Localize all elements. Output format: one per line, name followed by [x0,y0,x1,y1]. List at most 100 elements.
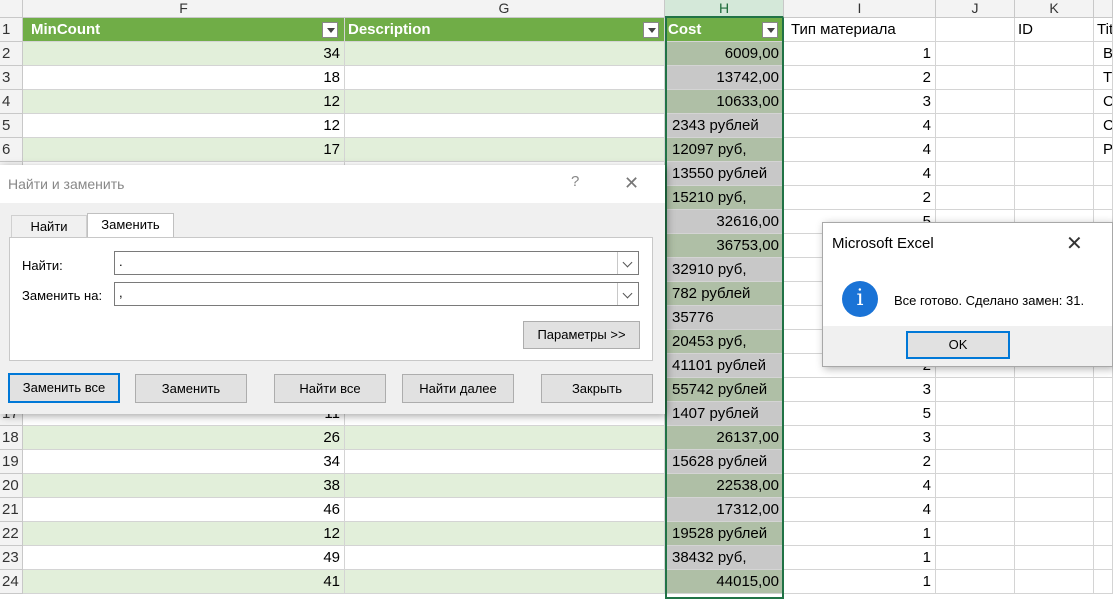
cell-k[interactable] [1015,474,1094,498]
filter-dropdown-icon[interactable] [762,22,778,38]
cell-j[interactable] [936,498,1015,522]
mincount-cell[interactable]: 34 [23,450,345,474]
description-cell[interactable] [345,570,665,594]
cell-k[interactable] [1015,450,1094,474]
mincount-cell[interactable]: 34 [23,42,345,66]
cell-l-partial[interactable]: В [1094,42,1113,66]
description-cell[interactable] [345,474,665,498]
replace-all-button[interactable]: Заменить все [8,373,120,403]
tab-find[interactable]: Найти [11,215,87,237]
cell-l-partial[interactable] [1094,570,1113,594]
cost-cell[interactable]: 1407 рублей [665,402,784,426]
cell-l-partial[interactable]: С [1094,90,1113,114]
column-header-f[interactable]: F [23,0,345,18]
mincount-cell[interactable]: 38 [23,474,345,498]
mincount-cell[interactable]: 49 [23,546,345,570]
close-icon[interactable]: ✕ [1066,231,1083,256]
cost-cell[interactable]: 38432 руб, [665,546,784,570]
cost-cell[interactable]: 2343 рублей [665,114,784,138]
cost-cell[interactable]: 12097 руб, [665,138,784,162]
cell-k[interactable] [1015,42,1094,66]
cost-cell[interactable]: 36753,00 [665,234,784,258]
material-type-cell[interactable]: 3 [784,90,936,114]
cost-cell[interactable]: 26137,00 [665,426,784,450]
mincount-cell[interactable]: 18 [23,66,345,90]
cost-cell[interactable]: 20453 руб, [665,330,784,354]
mincount-cell[interactable]: 26 [23,426,345,450]
cost-cell[interactable]: 44015,00 [665,570,784,594]
cell-j[interactable] [936,186,1015,210]
row-header[interactable]: 23 [0,546,23,570]
filter-dropdown-icon[interactable] [643,22,659,38]
cost-cell[interactable]: 13550 рублей [665,162,784,186]
material-type-cell[interactable]: 2 [784,450,936,474]
tab-replace[interactable]: Заменить [87,213,174,237]
close-icon[interactable]: ✕ [624,173,639,194]
cost-cell[interactable]: 32616,00 [665,210,784,234]
mincount-cell[interactable]: 46 [23,498,345,522]
material-type-cell[interactable]: 1 [784,570,936,594]
material-type-cell[interactable]: 1 [784,522,936,546]
material-type-cell[interactable]: 4 [784,162,936,186]
column-header-k[interactable]: K [1015,0,1094,18]
replace-button[interactable]: Заменить [135,374,247,403]
cell-l-partial[interactable] [1094,402,1113,426]
cost-cell[interactable]: 55742 рублей [665,378,784,402]
filter-dropdown-icon[interactable] [322,22,338,38]
column-header-l[interactable] [1094,0,1113,18]
cell-j[interactable] [936,90,1015,114]
cell-j[interactable] [936,402,1015,426]
cost-cell[interactable]: 10633,00 [665,90,784,114]
close-button[interactable]: Закрыть [541,374,653,403]
cost-cell[interactable]: 15210 руб, [665,186,784,210]
cell-l-partial[interactable] [1094,426,1113,450]
chevron-down-icon[interactable] [617,283,638,305]
cost-cell[interactable]: 35776 [665,306,784,330]
material-type-cell[interactable]: 2 [784,186,936,210]
replace-combo[interactable]: , [114,282,639,306]
column-header-g[interactable]: G [344,0,665,18]
material-type-cell[interactable]: 2 [784,66,936,90]
cost-cell[interactable]: 15628 рублей [665,450,784,474]
row-header[interactable]: 24 [0,570,23,594]
material-type-cell[interactable]: 1 [784,546,936,570]
material-type-cell[interactable]: 5 [784,402,936,426]
description-cell[interactable] [345,546,665,570]
cell-l-partial[interactable]: Р [1094,138,1113,162]
cell-j[interactable] [936,42,1015,66]
header-description[interactable]: Description [345,18,665,42]
row-header[interactable]: 5 [0,114,23,138]
find-all-button[interactable]: Найти все [274,374,386,403]
cell-l-partial[interactable] [1094,498,1113,522]
cell-l-partial[interactable] [1094,474,1113,498]
header-title-partial[interactable]: Tit [1094,18,1113,42]
cell-l-partial[interactable] [1094,450,1113,474]
material-type-cell[interactable]: 3 [784,378,936,402]
description-cell[interactable] [345,114,665,138]
help-icon[interactable]: ? [571,173,579,190]
row-header[interactable]: 1 [0,18,23,42]
cost-cell[interactable]: 41101 рублей [665,354,784,378]
description-cell[interactable] [345,522,665,546]
cell-l-partial[interactable] [1094,546,1113,570]
cell-l-partial[interactable] [1094,162,1113,186]
cell-j[interactable] [936,450,1015,474]
description-cell[interactable] [345,426,665,450]
description-cell[interactable] [345,138,665,162]
cell-k[interactable] [1015,138,1094,162]
material-type-cell[interactable]: 4 [784,474,936,498]
row-header[interactable]: 2 [0,42,23,66]
material-type-cell[interactable]: 1 [784,42,936,66]
cell-l-partial[interactable] [1094,378,1113,402]
mincount-cell[interactable]: 12 [23,90,345,114]
row-header[interactable]: 6 [0,138,23,162]
cost-cell[interactable]: 13742,00 [665,66,784,90]
cell-k[interactable] [1015,66,1094,90]
cell-k[interactable] [1015,90,1094,114]
row-header[interactable]: 22 [0,522,23,546]
options-button[interactable]: Параметры >> [523,321,640,349]
cell-l-partial[interactable]: С [1094,114,1113,138]
description-cell[interactable] [345,90,665,114]
cell-k[interactable] [1015,522,1094,546]
header-material-type[interactable]: Тип материала [784,18,936,42]
